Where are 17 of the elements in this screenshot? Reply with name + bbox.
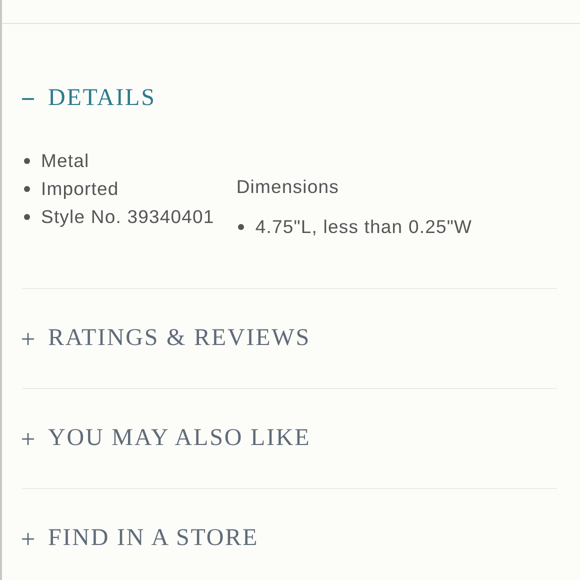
bullet-icon [24, 214, 30, 220]
feature-text: Style No. 39340401 [41, 206, 214, 228]
section-header[interactable]: YOU MAY ALSO LIKE [22, 425, 311, 452]
minus-icon [22, 98, 34, 100]
section-header[interactable]: RATINGS & REVIEWS [22, 325, 310, 352]
plus-icon [22, 532, 34, 544]
bullet-icon [24, 186, 30, 192]
plus-icon [22, 432, 34, 444]
bullet-icon [24, 158, 30, 164]
dimension-text: 4.75"L, less than 0.25"W [255, 216, 472, 238]
feature-text: Imported [41, 178, 119, 200]
feature-text: Metal [41, 150, 90, 172]
bullet-icon [238, 224, 244, 230]
plus-icon [22, 332, 34, 344]
section-header[interactable]: FIND IN A STORE [22, 525, 259, 552]
dimensions-label: Dimensions [236, 176, 340, 198]
section-header[interactable]: DETAILS [22, 85, 156, 112]
